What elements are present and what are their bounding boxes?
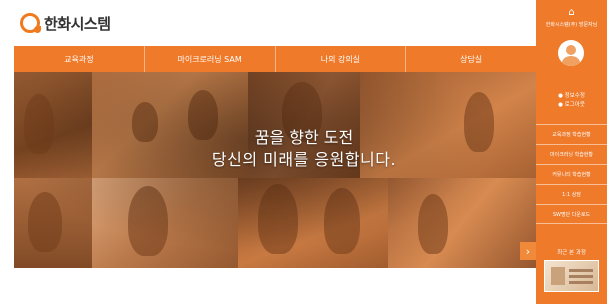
sidebar-item-one-on-one[interactable]: 1:1 상담 (536, 184, 607, 204)
logo-text[interactable]: 한화시스템 (44, 13, 111, 34)
hero-banner: 꿈을 향한 도전 당신의 미래를 응원합니다. › (14, 72, 536, 268)
sidebar-item-sw-download[interactable]: SW명단 다운로드 (536, 204, 607, 224)
sidebar-menu: 교육과정 학습현황 마이크러닝 학습현황 커뮤니티 학습현황 1:1 상담 SW… (536, 124, 607, 224)
quick-sidebar: ⌂ 한화시스템(주) 방문자님 ● 정보수정 ● 로그아웃 교육과정 학습현황 … (536, 0, 607, 304)
browser-page: 한화시스템 교육과정 마이크로러닝 SAM 나의 강의실 상담실 꿈을 향한 도… (14, 0, 607, 304)
nav-item-my-classroom[interactable]: 나의 강의실 (276, 46, 407, 72)
main-nav: 교육과정 마이크로러닝 SAM 나의 강의실 상담실 (14, 46, 536, 72)
logout-link[interactable]: ● 로그아웃 (536, 101, 607, 110)
nav-item-courses[interactable]: 교육과정 (14, 46, 145, 72)
user-avatar-icon (558, 40, 584, 66)
hero-subtitle: 당신의 미래를 응원합니다. (211, 150, 397, 169)
home-icon[interactable]: ⌂ (536, 8, 607, 18)
nav-item-counseling[interactable]: 상담실 (406, 46, 536, 72)
sidebar-item-microlearning-status[interactable]: 마이크러닝 학습현황 (536, 144, 607, 164)
logo-icon[interactable] (20, 13, 41, 33)
recent-courses-label: 최근 본 과정 (557, 250, 586, 256)
sidebar-item-course-status[interactable]: 교육과정 학습현황 (536, 124, 607, 144)
edit-profile-link[interactable]: ● 정보수정 (536, 92, 607, 101)
sidebar-item-community-status[interactable]: 커뮤니티 학습현황 (536, 164, 607, 184)
account-links: ● 정보수정 ● 로그아웃 (536, 92, 607, 110)
user-greeting: 한화시스템(주) 방문자님 (545, 22, 598, 28)
chevron-right-icon[interactable]: › (520, 242, 536, 260)
sidebar-home[interactable]: ⌂ 한화시스템(주) 방문자님 (536, 8, 607, 29)
nav-item-microlearning[interactable]: 마이크로러닝 SAM (145, 46, 276, 72)
header: 한화시스템 (14, 0, 536, 46)
hero-title: 꿈을 향한 도전 (254, 128, 354, 147)
recent-course-thumbnail[interactable] (544, 260, 599, 292)
